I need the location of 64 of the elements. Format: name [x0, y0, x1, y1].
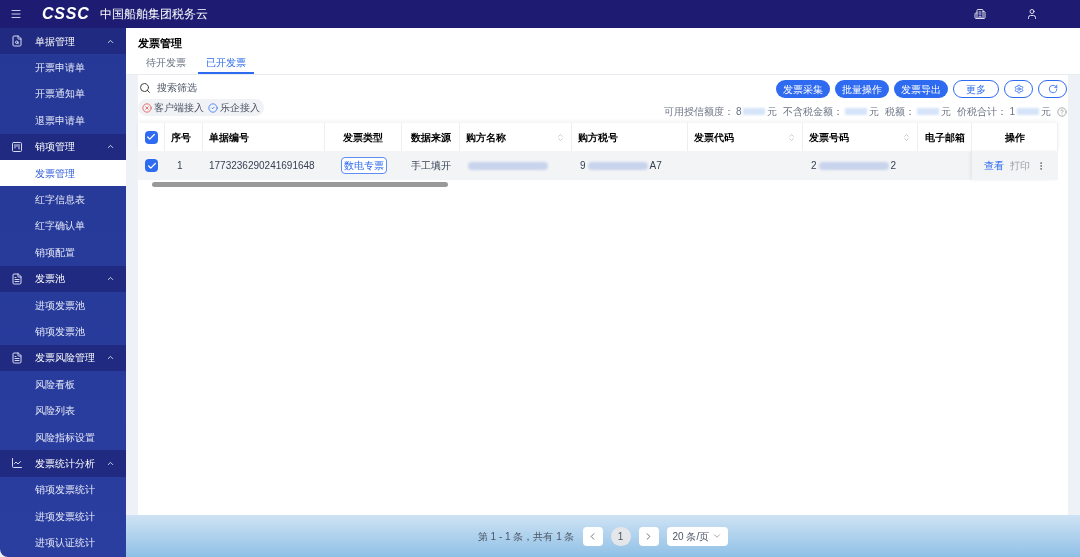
redacted-block	[587, 161, 648, 170]
table-cell-text: 2	[811, 159, 817, 173]
sidebar-group[interactable]: 发票池	[0, 265, 126, 292]
table-cell-text: 1773236290241691648	[208, 159, 316, 173]
table-cell-text: 2	[890, 159, 897, 173]
list-icon	[11, 140, 23, 153]
chip-label[interactable]: 乐企接入	[220, 100, 260, 115]
sidebar-item[interactable]: 销项发票池	[0, 318, 126, 345]
sidebar-item[interactable]: 开票通知单	[0, 80, 126, 108]
search-icon[interactable]	[139, 81, 151, 94]
menu-icon[interactable]	[10, 8, 22, 20]
app-title: 中国船舶集团税务云	[99, 6, 208, 23]
summary-item: 可用授信额度： 8 元	[663, 105, 778, 119]
building-icon[interactable]	[974, 8, 986, 20]
sidebar-group[interactable]: 单据管理	[0, 28, 126, 55]
action-link[interactable]: 查看	[984, 158, 1004, 173]
sidebar-group[interactable]: 发票风险管理	[0, 344, 126, 372]
refresh-icon	[1047, 84, 1058, 94]
sidebar-item[interactable]: 销项配置	[0, 239, 126, 266]
logo: CSSC	[42, 4, 90, 24]
action-button[interactable]: 发票采集	[776, 80, 830, 98]
sidebar-item[interactable]: 风险看板	[0, 371, 126, 398]
table-cell-text: 手工填开	[410, 159, 452, 173]
chip-label[interactable]: 客户端接入	[154, 100, 204, 115]
checkbox[interactable]	[144, 130, 158, 144]
checkbox[interactable]	[145, 159, 158, 172]
gear-icon	[1013, 84, 1024, 94]
table-cell-text: A7	[649, 159, 662, 173]
sidebar-item[interactable]: 进项发票统计	[0, 503, 126, 530]
search-document-icon	[11, 35, 23, 48]
sidebar-item[interactable]: 红字信息表	[0, 186, 126, 213]
document-icon	[11, 351, 23, 364]
check-circle-icon	[208, 102, 218, 113]
sidebar-item[interactable]: 红字确认单	[0, 212, 126, 240]
sidebar-item[interactable]: 进项发票池	[0, 291, 126, 319]
page-size-select[interactable]: 20 条/页	[666, 526, 729, 546]
action-button[interactable]: 发票导出	[894, 80, 948, 98]
sidebar-group[interactable]: 发票统计分析	[0, 450, 126, 477]
summary-item: 税额： 元	[885, 105, 952, 119]
sidebar-group[interactable]: 销项管理	[0, 133, 126, 160]
summary-item: 价税合计： 1 元	[957, 105, 1051, 119]
redacted-block	[818, 161, 889, 170]
page-title: 发票管理	[138, 36, 183, 51]
sidebar-item[interactable]: 发票管理	[0, 159, 126, 187]
action-button[interactable]: 批量操作	[835, 80, 889, 98]
sidebar-item[interactable]: 进项认证统计	[0, 529, 126, 556]
invoice-type-tag: 数电专票	[340, 157, 387, 174]
x-circle-icon	[142, 102, 152, 113]
summary-item: 不含税金额： 元	[783, 105, 880, 119]
table-cell-text: 1	[176, 159, 184, 173]
page-button[interactable]: 1	[610, 526, 631, 546]
document-icon	[11, 272, 23, 285]
tab[interactable]: 待开发票	[138, 52, 194, 74]
chart-icon	[11, 457, 23, 470]
sidebar-item[interactable]: 销项发票统计	[0, 476, 126, 504]
sidebar-item[interactable]: 开票申请单	[0, 54, 126, 81]
search-field[interactable]: 搜索筛选	[157, 80, 197, 95]
user-icon[interactable]	[1026, 8, 1038, 20]
pagination-summary: 第 1 - 1 条，共有 1 条	[477, 529, 575, 544]
table-cell-text: 9	[580, 159, 586, 173]
sidebar-item[interactable]: 退票申请单	[0, 107, 126, 134]
sidebar-item[interactable]: 风险指标设置	[0, 423, 126, 451]
sidebar-item[interactable]: 风险列表	[0, 397, 126, 424]
chevron-down-icon	[712, 531, 723, 541]
